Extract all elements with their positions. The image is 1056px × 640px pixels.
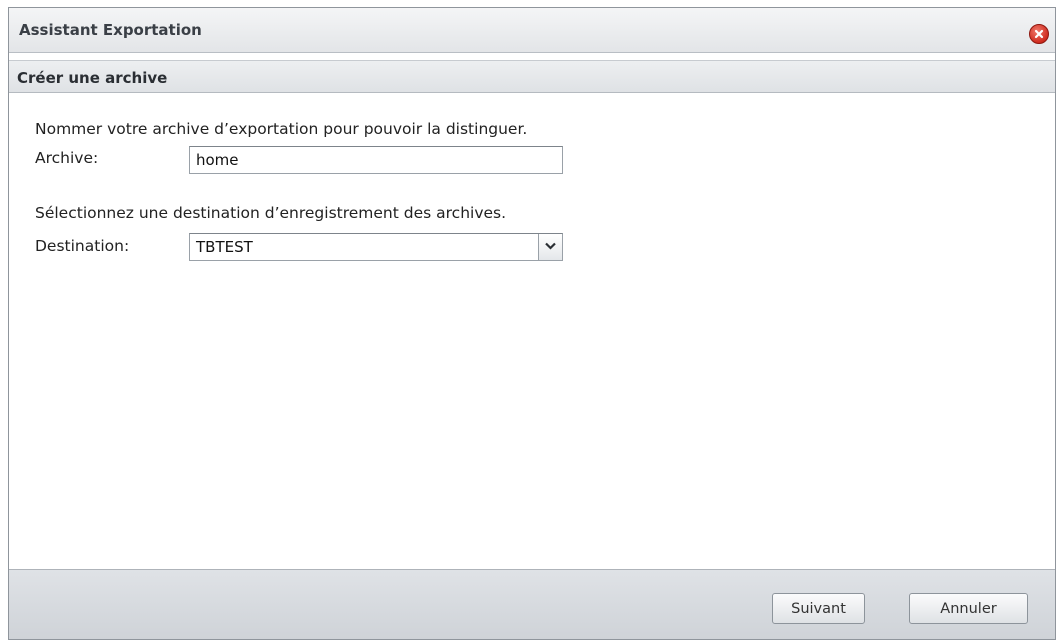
destination-select[interactable]: TBTEST — [189, 233, 563, 261]
close-icon[interactable] — [1029, 24, 1049, 44]
section-title: Créer une archive — [17, 69, 168, 87]
title-bar[interactable]: Assistant Exportation — [9, 8, 1055, 53]
destination-label: Destination: — [35, 237, 130, 255]
window-title: Assistant Exportation — [19, 21, 202, 39]
archive-description: Nommer votre archive d’exportation pour … — [35, 120, 528, 138]
destination-description: Sélectionnez une destination d’enregistr… — [35, 204, 507, 222]
archive-name-input[interactable] — [189, 146, 563, 174]
cancel-button[interactable]: Annuler — [909, 593, 1028, 624]
destination-selected-value: TBTEST — [196, 238, 253, 256]
archive-label: Archive: — [35, 149, 99, 167]
wizard-content: Nommer votre archive d’exportation pour … — [9, 94, 1055, 569]
chevron-down-icon[interactable] — [538, 234, 562, 260]
export-wizard-window: Assistant Exportation Créer une archive … — [8, 7, 1056, 640]
wizard-footer: Suivant Annuler — [9, 569, 1055, 639]
section-header: Créer une archive — [9, 60, 1055, 93]
next-button[interactable]: Suivant — [772, 593, 865, 624]
